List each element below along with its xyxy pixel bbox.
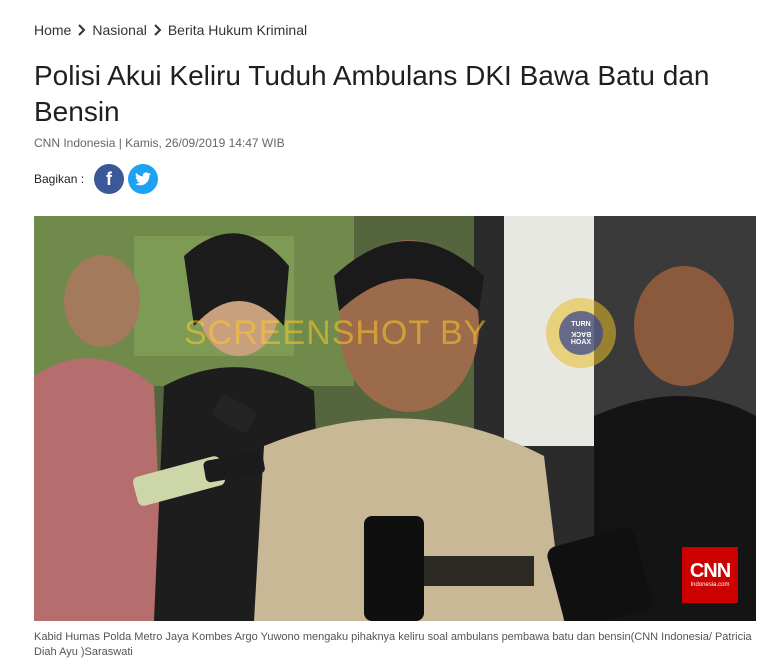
turnbackhoax-seal-icon: TURN BACK HOAX [546, 298, 616, 368]
chevron-right-icon [77, 24, 86, 36]
article-date: Kamis, 26/09/2019 14:47 WIB [125, 136, 285, 150]
cnn-logo: CNN Indonesia.com [682, 547, 738, 603]
facebook-icon: f [106, 168, 113, 189]
screenshot-watermark: SCREENSHOT BY [184, 314, 488, 352]
cnn-logo-sub: Indonesia.com [690, 582, 730, 588]
seal-line-2: BACK [570, 329, 592, 337]
breadcrumb-home-link[interactable]: Home [34, 22, 71, 38]
twitter-icon [135, 172, 152, 186]
photo-caption: Kabid Humas Polda Metro Jaya Kombes Argo… [34, 631, 752, 658]
seal-line-3: HOAX [570, 338, 592, 346]
share-label: Bagikan : [34, 172, 85, 186]
article-source: CNN Indonesia [34, 136, 116, 150]
breadcrumb-nasional-link[interactable]: Nasional [92, 22, 146, 38]
article-meta: CNN Indonesia | Kamis, 26/09/2019 14:47 … [34, 136, 285, 150]
share-bar: Bagikan : f [34, 164, 159, 194]
article-photo[interactable]: SCREENSHOT BY TURN BACK HOAX CNN Indones… [34, 216, 756, 621]
meta-separator: | [115, 136, 126, 150]
facebook-share-button[interactable]: f [94, 164, 125, 194]
press-conference-photo [34, 216, 756, 621]
chevron-right-icon [153, 24, 162, 36]
twitter-share-button[interactable] [128, 164, 159, 194]
breadcrumb: Home Nasional Berita Hukum Kriminal [34, 22, 307, 38]
seal-line-1: TURN [571, 320, 591, 328]
cnn-logo-text: CNN [689, 560, 731, 582]
breadcrumb-section-link[interactable]: Berita Hukum Kriminal [168, 22, 307, 38]
article-title: Polisi Akui Keliru Tuduh Ambulans DKI Ba… [34, 60, 710, 127]
